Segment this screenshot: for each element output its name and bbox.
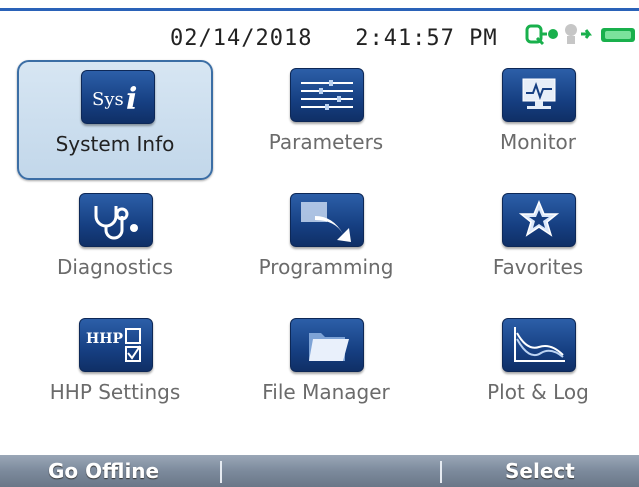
tile-programming[interactable]: Programming bbox=[228, 185, 424, 305]
datetime: 02/14/2018 2:41:57 PM bbox=[170, 26, 498, 51]
monitor-icon bbox=[502, 68, 576, 122]
system-info-icon: Sys i bbox=[81, 70, 155, 124]
diagnostics-icon bbox=[79, 193, 153, 247]
tile-label: Plot & Log bbox=[487, 380, 589, 404]
tile-label: File Manager bbox=[262, 380, 390, 404]
tile-parameters[interactable]: Parameters bbox=[228, 60, 424, 180]
svg-text:HHP: HHP bbox=[86, 331, 123, 347]
file-manager-icon bbox=[290, 318, 364, 372]
network-icon bbox=[525, 24, 558, 46]
tile-label: Monitor bbox=[499, 130, 577, 154]
tile-label: Favorites bbox=[492, 255, 584, 279]
tile-label: Parameters bbox=[268, 130, 384, 154]
tile-label: HHP Settings bbox=[49, 380, 181, 404]
top-accent-line bbox=[0, 8, 639, 11]
svg-text:Sys: Sys bbox=[92, 89, 124, 110]
hhp-settings-icon: HHP bbox=[79, 318, 153, 372]
tile-monitor[interactable]: Monitor bbox=[440, 60, 636, 180]
softkey-select[interactable]: Select bbox=[505, 455, 575, 487]
tile-label: Diagnostics bbox=[56, 255, 174, 279]
svg-text:i: i bbox=[126, 82, 137, 117]
softkey-go-offline[interactable]: Go Offline bbox=[48, 455, 159, 487]
tile-hhp-settings[interactable]: HHP HHP Settings bbox=[17, 310, 213, 430]
softkey-bar: Go Offline Select bbox=[0, 455, 639, 487]
softkey-middle[interactable] bbox=[222, 455, 440, 487]
battery-icon bbox=[601, 28, 635, 42]
tile-label: Programming bbox=[258, 255, 394, 279]
bluetooth-icon bbox=[565, 24, 592, 44]
tile-system-info[interactable]: Sys i System Info bbox=[17, 60, 213, 180]
time-text: 2:41:57 PM bbox=[355, 26, 498, 51]
parameters-icon bbox=[290, 68, 364, 122]
status-icons bbox=[519, 20, 639, 50]
header-bar: 02/14/2018 2:41:57 PM bbox=[0, 12, 639, 60]
softkey-separator bbox=[440, 461, 442, 483]
tile-label: System Info bbox=[55, 132, 175, 156]
tile-diagnostics[interactable]: Diagnostics bbox=[17, 185, 213, 305]
date-text: 02/14/2018 bbox=[170, 26, 313, 51]
tile-plot-log[interactable]: Plot & Log bbox=[440, 310, 636, 430]
programming-icon bbox=[290, 193, 364, 247]
tile-favorites[interactable]: Favorites bbox=[440, 185, 636, 305]
plot-log-icon bbox=[502, 318, 576, 372]
hhp-main-menu: 02/14/2018 2:41:57 PM Sys i System Info … bbox=[0, 0, 639, 487]
favorites-icon bbox=[502, 193, 576, 247]
tile-file-manager[interactable]: File Manager bbox=[228, 310, 424, 430]
